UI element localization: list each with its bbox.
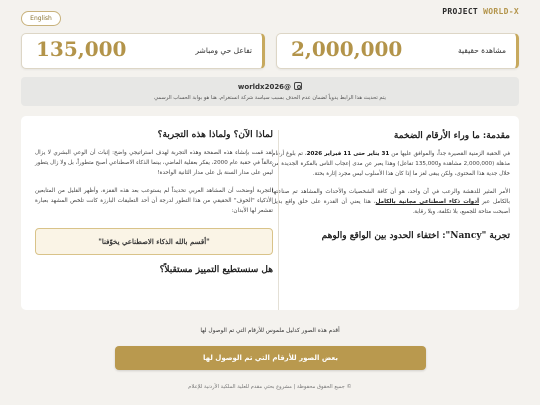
stat-label: تفاعل حي ومباشر <box>195 46 252 55</box>
stat-label: مشاهدة حقيقية <box>458 46 506 55</box>
column-divider <box>278 130 279 310</box>
why-now-paragraph-1: لقد قمت بإنشاء هذه الصفحة وهذه التجربة ل… <box>34 150 273 176</box>
footer-copyright: © جميع الحقوق محفوظة | مشروع بحثي مقدم ل… <box>188 384 352 390</box>
instagram-handle-text[interactable]: worldx2026@ <box>238 83 291 91</box>
stat-card-interactions: 135,000 تفاعل حي ومباشر <box>21 33 265 69</box>
section-title-why-now: لماذا الآن؟ ولماذا هذه التجربة؟ <box>157 130 273 140</box>
instagram-note: يتم تحديث هذا الرابط يدوياً لضمان عدم ال… <box>154 95 386 101</box>
view-evidence-images-button[interactable]: بعض الصور للأرقام التي تم الوصول لها <box>115 346 426 370</box>
evidence-prompt: أقدم هذه الصور كدليل ملموس للأرقام التي … <box>200 328 340 334</box>
intro-text-a: في الحقبة الزمنية القصيرة جداً، والموافق… <box>389 151 510 157</box>
instagram-icon <box>294 82 303 90</box>
brand-part1: PROJECT <box>442 7 484 16</box>
section-title-intro: مقدمة: ما وراء الأرقام الضخمة <box>393 131 510 141</box>
article-card: مقدمة: ما وراء الأرقام الضخمة في الحقبة … <box>21 116 519 310</box>
highlighted-quote: "أقسم بالله الذكاء الاصطناعي يخوّفنا" <box>35 228 273 255</box>
top-bar: English PROJECT WORLD-X <box>0 0 540 30</box>
stat-card-views: 2,000,000 مشاهدة حقيقية <box>276 33 519 69</box>
intro-date: 31 يناير حتى 11 فبراير 2026 <box>306 151 390 157</box>
stat-number: 2,000,000 <box>291 37 403 61</box>
language-toggle-button[interactable]: English <box>21 11 61 26</box>
bottom-panel: أقدم هذه الصور كدليل ملموس للأرقام التي … <box>0 310 540 405</box>
article-column-right: مقدمة: ما وراء الأرقام الضخمة في الحقبة … <box>272 116 510 241</box>
article-column-left: لماذا الآن؟ ولماذا هذه التجربة؟ لقد قمت … <box>35 116 273 275</box>
instagram-link-banner[interactable]: worldx2026@ يتم تحديث هذا الرابط يدوياً … <box>21 77 519 106</box>
section-title-nancy: تجربة "Nancy": اختفاء الحدود بين الواقع … <box>321 231 510 241</box>
brand-logo: PROJECT WORLD-X <box>442 7 519 16</box>
instagram-handle[interactable]: worldx2026@ <box>21 82 519 91</box>
intro-paragraph-2: الأمر المثير للدهشة والرعب في آن واحد، ه… <box>272 187 510 217</box>
stat-number: 135,000 <box>36 37 127 61</box>
why-now-paragraph-2: التجربة أوضحت أن المشاهد العربي تحديداً … <box>35 188 273 214</box>
section-title-future: هل سنستطيع التمييز مستقبلاً؟ <box>159 265 273 275</box>
intro-paragraph-1: في الحقبة الزمنية القصيرة جداً، والموافق… <box>272 149 510 179</box>
brand-part2: WORLD-X <box>483 7 519 16</box>
ai-tools-highlight: أدوات ذكاء اصطناعي مجانية بالكامل <box>375 199 480 205</box>
